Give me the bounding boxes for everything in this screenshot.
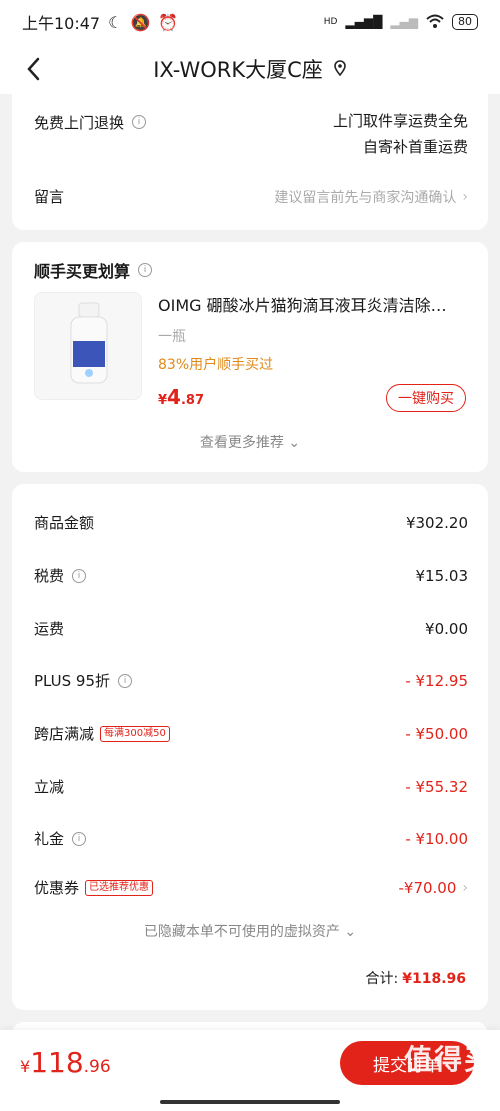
summary-label: 运费 (34, 620, 65, 638)
summary-label: 优惠券 (34, 879, 80, 897)
total-row: 合计: ¥118.96 (366, 968, 466, 988)
summary-label: 税费 (34, 567, 65, 585)
summary-row: 立减 - ¥55.32 (34, 776, 468, 797)
delivery-card: 免费上门退换 i 上门取件享运费全免 自寄补首重运费 留言 建议留言前先与商家沟… (12, 94, 488, 230)
summary-value: - ¥55.32 (405, 777, 468, 796)
summary-label: 礼金 (34, 830, 65, 848)
bottom-price-integer: 118 (30, 1046, 84, 1079)
summary-row: 税费 i ¥15.03 (34, 565, 468, 586)
info-icon[interactable]: i (72, 831, 87, 846)
product-spec: 一瓶 (158, 329, 186, 345)
price-decimal: .87 (180, 393, 204, 408)
page-title: IX-WORK大厦C座 (153, 54, 347, 84)
more-recommend-link[interactable]: 查看更多推荐 ⌄ (12, 432, 488, 452)
info-icon[interactable]: i (138, 263, 153, 277)
bottom-price-decimal: .96 (83, 1057, 111, 1077)
total-value: ¥118.96 (402, 971, 466, 987)
location-pin-icon[interactable] (333, 57, 347, 81)
return-desc-1: 上门取件享运费全免 (332, 112, 468, 130)
summary-label: 立减 (34, 778, 65, 796)
summary-row: 商品金额 ¥302.20 (34, 512, 468, 533)
summary-row: 跨店满减 每满300减50 - ¥50.00 (34, 723, 468, 744)
moon-icon: ☾ (108, 12, 123, 32)
hidden-assets-link[interactable]: 已隐藏本单不可使用的虚拟资产 ⌄ (12, 921, 488, 941)
home-indicator[interactable] (160, 1100, 340, 1104)
free-return-label: 免费上门退换 (34, 114, 125, 132)
price-symbol: ¥ (158, 393, 168, 408)
signal-icon: ▂▄▆█ (345, 15, 383, 29)
battery-icon: 80 (452, 14, 478, 30)
recommend-card: 顺手买更划算 i OIMG 硼酸冰片猫狗滴耳液耳炎清洁除… 一瓶 83%用户顺手… (12, 242, 488, 472)
return-desc-2: 自寄补首重运费 (362, 138, 468, 156)
watermark-logo: 值得买 (403, 1043, 494, 1076)
promo-tag: 每满300减50 (100, 725, 170, 742)
status-bar: 上午10:47 ☾ 🔕 ⏰ HD ▂▄▆█ ▂▄▆ 80 (0, 0, 500, 44)
more-recommend-label: 查看更多推荐 (199, 435, 284, 451)
summary-value: ¥15.03 (415, 566, 469, 585)
chevron-right-icon: › (462, 188, 468, 205)
address-title: IX-WORK大厦C座 (153, 58, 323, 82)
summary-label: 跨店满减 (34, 725, 95, 743)
watermark-site: zhizhizhi.com (396, 1088, 478, 1102)
price-summary-card: 商品金额 ¥302.20 税费 i ¥15.03 运费 ¥0.00 PLUS 9… (12, 484, 488, 1010)
info-icon[interactable]: i (72, 568, 87, 583)
note-label: 留言 (34, 188, 65, 206)
wifi-icon (426, 14, 444, 31)
recommend-header: 顺手买更划算 i (34, 258, 468, 282)
summary-row: 运费 ¥0.00 (34, 618, 468, 639)
chevron-right-icon: › (462, 879, 468, 896)
info-icon[interactable]: i (118, 673, 133, 688)
hidden-assets-label: 已隐藏本单不可使用的虚拟资产 (143, 924, 340, 940)
chevron-down-icon: ⌄ (344, 924, 357, 940)
bottom-total-price: ¥ 118 .96 (20, 1046, 111, 1079)
one-click-buy-button[interactable]: 一键购买 (386, 384, 466, 412)
product-name[interactable]: OIMG 硼酸冰片猫狗滴耳液耳炎清洁除… (158, 292, 468, 316)
status-time: 上午10:47 (22, 14, 101, 33)
summary-label: 商品金额 (34, 514, 95, 532)
summary-value: -¥70.00 (398, 878, 457, 897)
price-integer: 4 (167, 385, 181, 409)
total-label: 合计: (365, 971, 399, 987)
note-placeholder[interactable]: 建议留言前先与商家沟通确认 (274, 187, 456, 207)
product-price: ¥ 4 .87 (158, 385, 204, 409)
summary-row: 礼金 i - ¥10.00 (34, 828, 468, 849)
info-icon[interactable]: i (132, 115, 147, 129)
summary-row: PLUS 95折 i - ¥12.95 (34, 670, 468, 691)
summary-value: ¥302.20 (405, 513, 468, 532)
coupon-row[interactable]: 优惠券 已选推荐优惠 -¥70.00 › (34, 877, 468, 898)
note-row[interactable]: 留言 建议留言前先与商家沟通确认 › (34, 186, 468, 207)
summary-value: - ¥12.95 (405, 671, 468, 690)
summary-value: - ¥10.00 (405, 829, 468, 848)
free-return-row[interactable]: 免费上门退换 i 上门取件享运费全免 自寄补首重运费 (34, 112, 468, 160)
recommend-title: 顺手买更划算 (34, 262, 131, 281)
summary-value: - ¥50.00 (405, 724, 468, 743)
summary-value: ¥0.00 (425, 619, 468, 638)
product-social-proof: 83%用户顺手买过 (158, 357, 274, 373)
coupon-tag: 已选推荐优惠 (85, 879, 154, 896)
mute-bell-icon: 🔕 (130, 12, 151, 32)
summary-label: PLUS 95折 (34, 672, 111, 690)
bottom-price-symbol: ¥ (20, 1057, 31, 1076)
signal-empty-icon: ▂▄▆ (390, 15, 418, 29)
product-image[interactable] (34, 292, 142, 400)
back-icon[interactable] (20, 54, 50, 84)
chevron-down-icon: ⌄ (288, 435, 301, 451)
nav-bar: IX-WORK大厦C座 (0, 44, 500, 94)
network-label: HD (323, 17, 338, 27)
alarm-icon: ⏰ (158, 12, 179, 32)
